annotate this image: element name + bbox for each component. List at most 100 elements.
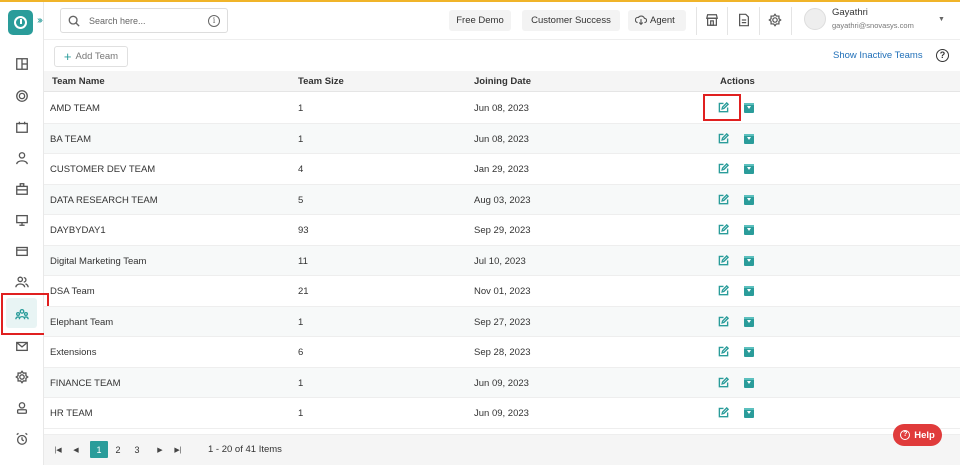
- chevron-down-icon[interactable]: ▼: [938, 16, 945, 23]
- table-row[interactable]: DAYBYDAY1 93 Sep 29, 2023: [44, 215, 960, 246]
- cell-team-size: 6: [298, 347, 304, 358]
- avatar[interactable]: [804, 8, 826, 30]
- edit-icon[interactable]: [718, 315, 730, 327]
- cell-joining-date: Jan 29, 2023: [474, 164, 529, 175]
- archive-icon[interactable]: [744, 377, 754, 388]
- cell-joining-date: Sep 29, 2023: [474, 225, 531, 236]
- target-icon[interactable]: [14, 88, 29, 103]
- header-settings-icon[interactable]: [767, 12, 783, 28]
- archive-icon[interactable]: [744, 133, 754, 144]
- free-demo-button[interactable]: Free Demo: [449, 10, 511, 31]
- cell-joining-date: Jun 08, 2023: [474, 133, 529, 145]
- page-2-button[interactable]: 2: [110, 441, 126, 458]
- cell-team-name: HR TEAM: [50, 408, 93, 419]
- archive-icon[interactable]: [744, 316, 754, 327]
- column-header-team-name[interactable]: Team Name: [52, 76, 105, 87]
- table-header: Team Name Team Size Joining Date Actions: [44, 71, 960, 92]
- header-divider: [696, 7, 697, 35]
- last-page-icon[interactable]: ▶|: [172, 441, 184, 458]
- cell-joining-date: Jun 09, 2023: [474, 408, 529, 419]
- edit-icon[interactable]: [718, 345, 730, 357]
- header-divider: [727, 7, 728, 35]
- monitor-icon[interactable]: [14, 212, 29, 227]
- header-divider: [791, 7, 792, 35]
- customer-success-button[interactable]: Customer Success: [522, 10, 620, 31]
- table-row[interactable]: AMD TEAM 1 Jun 08, 2023: [44, 93, 960, 124]
- settings-icon[interactable]: [14, 369, 29, 384]
- edit-icon[interactable]: [718, 193, 730, 205]
- archive-icon[interactable]: [744, 225, 754, 235]
- table-row[interactable]: DSA Team 21 Nov 01, 2023: [44, 276, 960, 307]
- help-label: Help: [914, 429, 935, 441]
- column-header-joining-date[interactable]: Joining Date: [474, 76, 531, 87]
- edit-icon[interactable]: [718, 406, 730, 418]
- user-icon[interactable]: [14, 150, 29, 165]
- page-1-button[interactable]: 1: [90, 441, 108, 458]
- card-icon[interactable]: [14, 243, 29, 258]
- cell-joining-date: Nov 01, 2023: [474, 286, 531, 297]
- info-icon[interactable]: i: [208, 15, 220, 27]
- header-divider: [759, 7, 760, 35]
- cell-team-size: 93: [298, 225, 309, 236]
- table-row[interactable]: Digital Marketing Team 11 Jul 10, 2023: [44, 245, 960, 276]
- cell-team-name: CUSTOMER DEV TEAM: [50, 164, 156, 175]
- add-team-button[interactable]: + Add Team: [54, 46, 128, 67]
- column-header-team-size[interactable]: Team Size: [298, 76, 344, 87]
- archive-icon[interactable]: [744, 194, 754, 205]
- alarm-icon[interactable]: [14, 431, 29, 446]
- pagination-info: 1 - 20 of 41 Items: [208, 444, 282, 455]
- dashboard-icon[interactable]: [14, 56, 29, 71]
- calendar-icon[interactable]: [14, 119, 29, 134]
- cell-team-size: 1: [298, 316, 304, 328]
- table-row[interactable]: DATA RESEARCH TEAM 5 Aug 03, 2023: [44, 184, 960, 215]
- pagination: |◀ ◀ 1 2 3 ▶ ▶| 1 - 20 of 41 Items: [44, 434, 960, 465]
- table-row[interactable]: Elephant Team 1 Sep 27, 2023: [44, 306, 960, 337]
- table-row[interactable]: HR TEAM 1 Jun 09, 2023: [44, 398, 960, 429]
- first-page-icon[interactable]: |◀: [52, 441, 64, 458]
- cell-team-size: 1: [298, 103, 304, 114]
- briefcase-icon[interactable]: [14, 181, 29, 196]
- users-icon[interactable]: [14, 274, 29, 289]
- agent-label: Agent: [650, 15, 675, 26]
- expand-sidebar-icon[interactable]: ›››: [37, 15, 43, 26]
- archive-icon[interactable]: [744, 255, 754, 266]
- edit-icon[interactable]: [718, 132, 730, 144]
- previous-page-icon[interactable]: ◀: [70, 441, 82, 458]
- edit-icon[interactable]: [718, 162, 730, 174]
- mail-icon[interactable]: [14, 338, 29, 353]
- edit-icon[interactable]: [718, 284, 730, 296]
- archive-icon[interactable]: [744, 347, 754, 357]
- cell-joining-date: Jun 09, 2023: [474, 377, 529, 389]
- next-page-icon[interactable]: ▶: [154, 441, 166, 458]
- archive-icon[interactable]: [744, 408, 754, 418]
- table-row[interactable]: BA TEAM 1 Jun 08, 2023: [44, 123, 960, 154]
- cell-joining-date: Sep 28, 2023: [474, 347, 531, 358]
- help-question-icon[interactable]: ?: [936, 49, 949, 62]
- archive-icon[interactable]: [744, 286, 754, 296]
- user-name[interactable]: Gayathri: [832, 7, 868, 18]
- edit-icon[interactable]: [718, 254, 730, 266]
- app-logo[interactable]: [8, 10, 33, 35]
- cell-team-name: Elephant Team: [50, 316, 114, 328]
- help-button[interactable]: ? Help: [893, 424, 942, 446]
- archive-icon[interactable]: [744, 103, 754, 113]
- agent-button[interactable]: Agent: [628, 10, 686, 31]
- page-3-button[interactable]: 3: [129, 441, 145, 458]
- show-inactive-teams-link[interactable]: Show Inactive Teams: [833, 50, 923, 61]
- edit-icon[interactable]: [718, 376, 730, 388]
- document-icon[interactable]: [736, 12, 752, 28]
- cell-team-size: 1: [298, 133, 304, 145]
- help-icon: ?: [900, 430, 911, 440]
- profile-icon[interactable]: [14, 400, 29, 415]
- search-box[interactable]: i: [60, 8, 228, 33]
- cell-team-name: Extensions: [50, 347, 97, 358]
- archive-icon[interactable]: [744, 164, 754, 174]
- table-row[interactable]: Extensions 6 Sep 28, 2023: [44, 337, 960, 368]
- add-team-label: Add Team: [75, 51, 119, 62]
- table-row[interactable]: FINANCE TEAM 1 Jun 09, 2023: [44, 367, 960, 398]
- edit-icon[interactable]: [718, 223, 730, 235]
- table-row[interactable]: CUSTOMER DEV TEAM 4 Jan 29, 2023: [44, 154, 960, 185]
- teams-icon[interactable]: [14, 306, 29, 321]
- store-icon[interactable]: [704, 12, 720, 28]
- search-input[interactable]: [89, 13, 199, 28]
